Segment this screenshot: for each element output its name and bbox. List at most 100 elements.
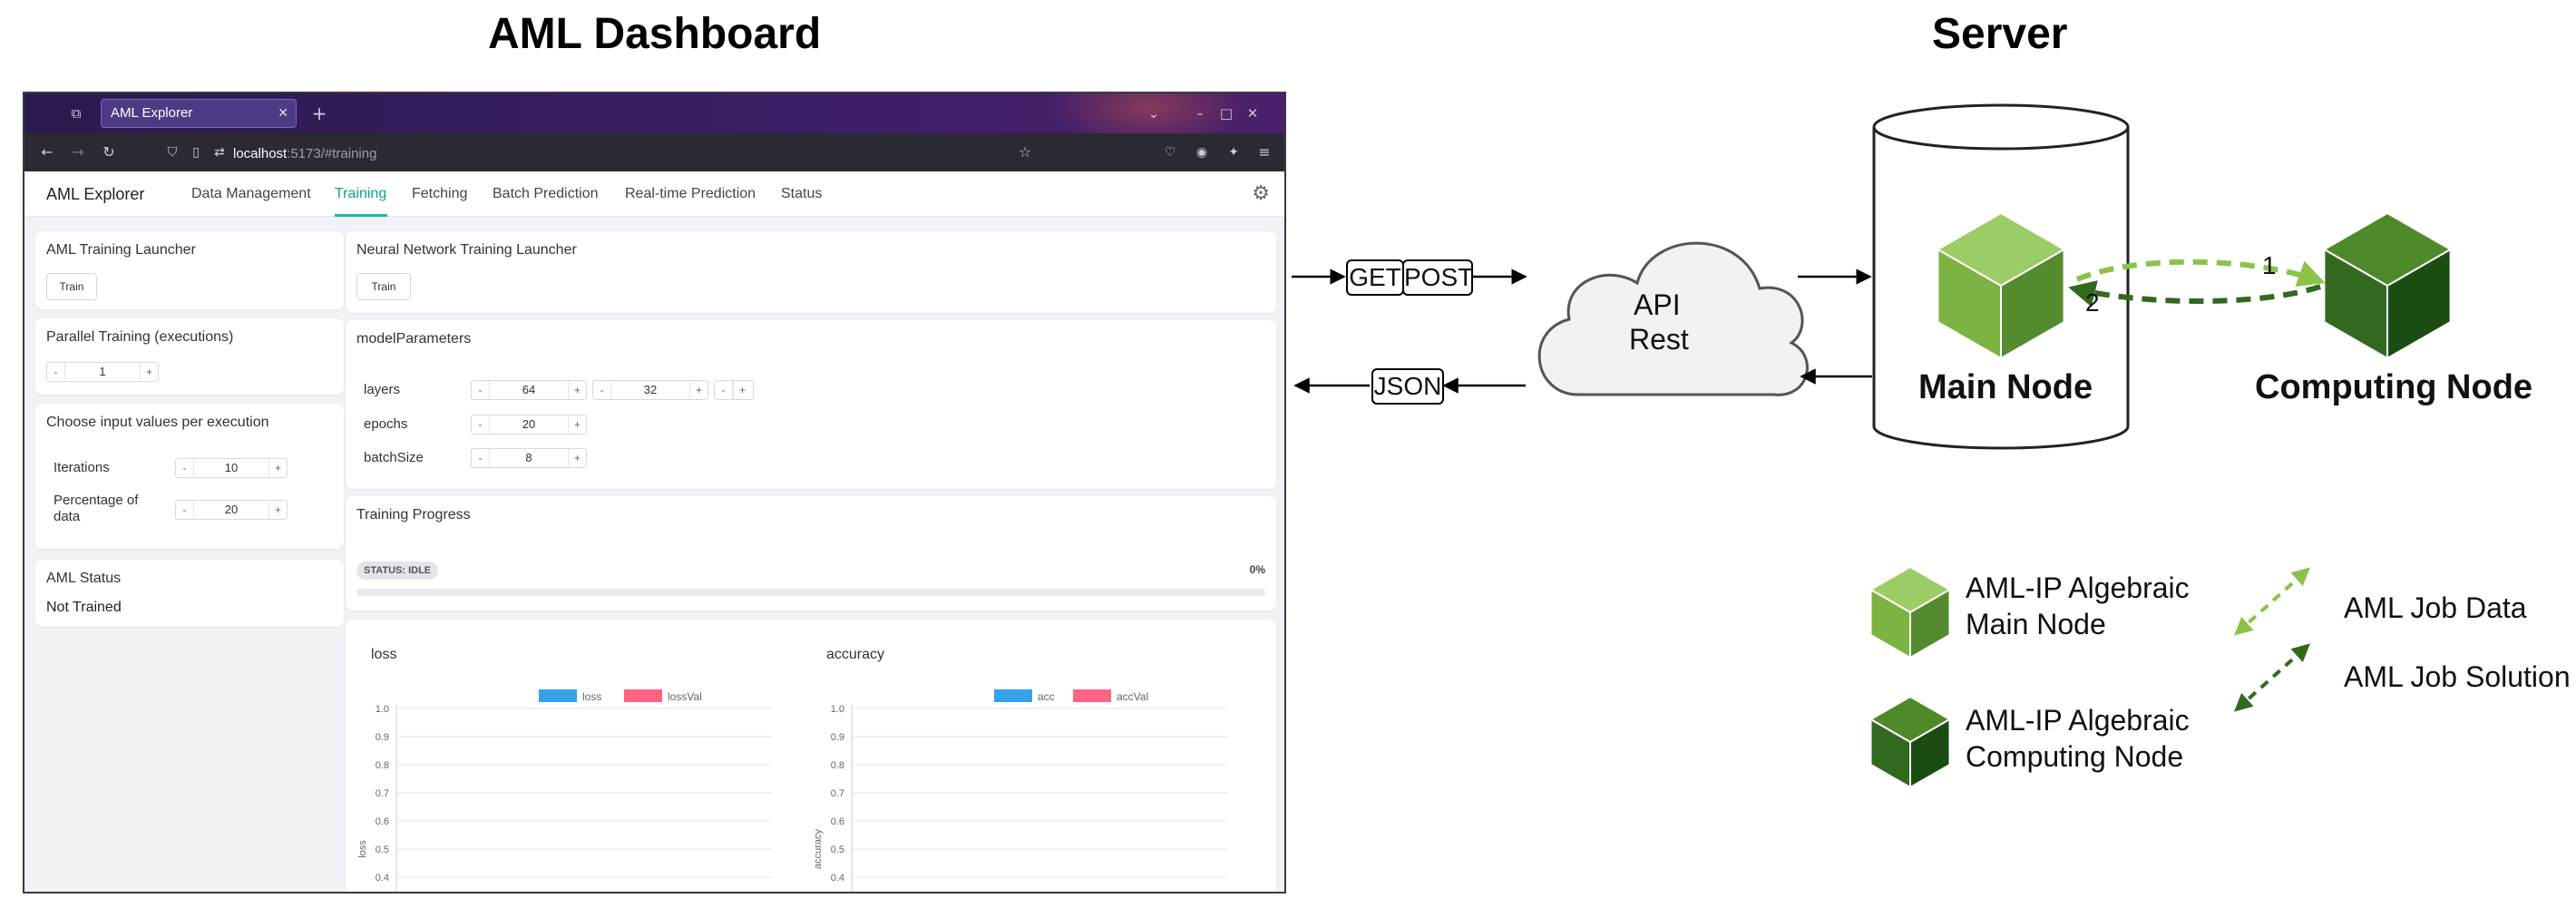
increment-button[interactable]: + xyxy=(568,415,586,434)
increment-button[interactable]: + xyxy=(733,381,751,399)
batchsize-value[interactable]: 8 xyxy=(490,449,568,467)
page-icon[interactable]: ▯ xyxy=(184,141,208,164)
get-label: GET xyxy=(1346,259,1404,296)
pocket-icon[interactable]: ♡ xyxy=(1158,141,1182,164)
legend-job-data-label: AML Job Data xyxy=(2344,591,2527,624)
y-tick-0.4: 0.4 xyxy=(831,873,844,884)
increment-button[interactable]: + xyxy=(568,381,586,399)
browser-tab[interactable]: AML Explorer ✕ xyxy=(101,99,297,128)
url-bar[interactable]: localhost:5173/#training xyxy=(233,146,376,161)
tab-overflow-icon[interactable]: ⌄ xyxy=(1142,102,1166,125)
extensions-icon[interactable]: ✦ xyxy=(1222,141,1245,164)
percentage-value[interactable]: 20 xyxy=(194,501,268,519)
aml-status-title: AML Status xyxy=(46,571,122,586)
y-tick-0.7: 0.7 xyxy=(831,788,844,799)
aml-train-button[interactable]: Train xyxy=(46,273,97,300)
layer-1-value[interactable]: 64 xyxy=(490,381,568,399)
iterations-stepper[interactable]: - 10 + xyxy=(175,458,288,478)
iterations-label: Iterations xyxy=(54,460,110,475)
nav-fetching[interactable]: Fetching xyxy=(412,186,467,202)
input-values-card: Choose input values per execution Iterat… xyxy=(35,404,344,549)
account-icon[interactable]: ◉ xyxy=(1190,141,1214,164)
reload-icon[interactable]: ↻ xyxy=(97,141,121,164)
nav-data-management[interactable]: Data Management xyxy=(191,186,311,202)
decrement-button[interactable]: - xyxy=(472,449,490,467)
y-tick-0.8: 0.8 xyxy=(376,760,389,771)
decrement-button[interactable]: - xyxy=(176,459,194,477)
nav-status[interactable]: Status xyxy=(781,186,822,202)
app-brand[interactable]: AML Explorer xyxy=(46,185,144,204)
input-values-title: Choose input values per execution xyxy=(46,415,269,430)
tab-list-icon[interactable]: ⧉ xyxy=(64,102,88,125)
nn-training-title: Neural Network Training Launcher xyxy=(356,242,577,258)
step-1-label: 1 xyxy=(2262,251,2277,279)
legend-swatch-accVal[interactable] xyxy=(1073,689,1111,702)
nn-training-card: Neural Network Training Launcher Train xyxy=(346,231,1276,313)
legend-label-loss[interactable]: loss xyxy=(582,690,601,703)
post-label: POST xyxy=(1402,259,1473,296)
aml-training-title: AML Training Launcher xyxy=(46,242,196,258)
status-badge: STATUS: IDLE xyxy=(356,562,439,580)
percentage-stepper[interactable]: - 20 + xyxy=(175,500,288,520)
layer-2-stepper[interactable]: - 32 + xyxy=(592,380,708,400)
legend-swatch-loss[interactable] xyxy=(539,689,577,702)
shield-icon[interactable]: ⛉ xyxy=(161,141,184,164)
loss-chart: loss lossVal 1.0 0.9 0.8 0.7 0.6 0.5 0.4 loss xyxy=(357,689,772,892)
legend-job-data-arrow-icon xyxy=(2234,567,2310,636)
epochs-stepper[interactable]: - 20 + xyxy=(471,415,587,435)
nn-train-button[interactable]: Train xyxy=(356,273,411,300)
url-host: localhost xyxy=(233,146,288,161)
increment-button[interactable]: + xyxy=(140,363,158,381)
epochs-value[interactable]: 20 xyxy=(490,415,568,434)
job-data-arrow xyxy=(2075,259,2326,288)
gear-icon[interactable]: ⚙ xyxy=(1252,182,1270,205)
iterations-value[interactable]: 10 xyxy=(194,459,268,477)
executions-value[interactable]: 1 xyxy=(65,363,140,381)
maximize-icon[interactable]: □ xyxy=(1215,102,1238,125)
parallel-training-title: Parallel Training (executions) xyxy=(46,329,234,345)
main-node-cube-icon xyxy=(1936,211,2066,360)
legend-label-lossVal[interactable]: lossVal xyxy=(668,690,702,703)
permissions-icon[interactable]: ⇄ xyxy=(208,141,231,164)
model-params-card: modelParameters layers - 64 + - 32 + - +… xyxy=(346,320,1276,489)
legend-computing-node-icon xyxy=(1869,695,1952,789)
app-header: AML Explorer Data Management Training Fe… xyxy=(24,171,1284,217)
layer-2-value[interactable]: 32 xyxy=(611,381,689,399)
executions-stepper[interactable]: - 1 + xyxy=(46,362,159,382)
menu-icon[interactable]: ≡ xyxy=(1253,141,1276,164)
increment-button[interactable]: + xyxy=(689,381,707,399)
nav-realtime-prediction[interactable]: Real-time Prediction xyxy=(625,186,756,202)
decrement-button[interactable]: - xyxy=(593,381,611,399)
increment-button[interactable]: + xyxy=(568,449,586,467)
close-tab-icon[interactable]: ✕ xyxy=(278,100,288,127)
rest-label: Rest xyxy=(1629,323,1689,356)
y-tick-0.4: 0.4 xyxy=(376,873,389,884)
nav-batch-prediction[interactable]: Batch Prediction xyxy=(493,186,599,202)
bookmark-star-icon[interactable]: ☆ xyxy=(1013,141,1037,164)
increment-button[interactable]: + xyxy=(268,459,287,477)
new-tab-icon[interactable]: + xyxy=(307,102,331,125)
browser-tab-title: AML Explorer xyxy=(111,105,193,121)
legend-swatch-lossVal[interactable] xyxy=(624,689,662,702)
decrement-button[interactable]: - xyxy=(47,363,65,381)
forward-icon[interactable]: → xyxy=(66,141,90,164)
legend-swatch-acc[interactable] xyxy=(994,689,1032,702)
decrement-button[interactable]: - xyxy=(472,381,490,399)
layer-3-stepper[interactable]: - + xyxy=(714,380,754,400)
decrement-button[interactable]: - xyxy=(715,381,733,399)
legend-job-solution-arrow-icon xyxy=(2234,643,2310,712)
layer-1-stepper[interactable]: - 64 + xyxy=(471,380,587,400)
decrement-button[interactable]: - xyxy=(176,501,194,519)
increment-button[interactable]: + xyxy=(268,501,287,519)
minimize-icon[interactable]: – xyxy=(1188,102,1212,125)
legend-label-accVal[interactable]: accVal xyxy=(1117,690,1148,703)
legend-label-acc[interactable]: acc xyxy=(1038,690,1055,703)
decrement-button[interactable]: - xyxy=(472,415,490,434)
nav-training[interactable]: Training xyxy=(335,186,386,202)
training-progress-title: Training Progress xyxy=(356,507,471,522)
batchsize-stepper[interactable]: - 8 + xyxy=(471,448,587,468)
y-tick-0.9: 0.9 xyxy=(831,732,844,743)
close-window-icon[interactable]: ✕ xyxy=(1241,102,1264,125)
back-icon[interactable]: ← xyxy=(35,141,59,164)
percentage-label: Percentage of data xyxy=(54,493,139,524)
